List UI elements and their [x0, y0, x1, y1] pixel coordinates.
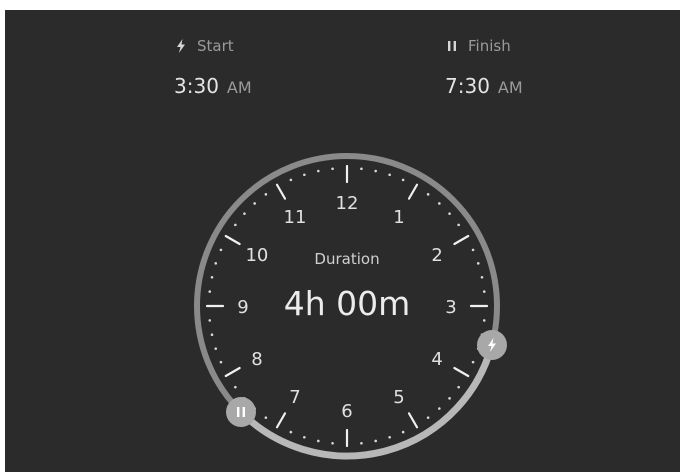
hour-label: 5 [393, 387, 404, 408]
minute-tick [208, 319, 212, 322]
hour-label: 2 [431, 245, 442, 266]
hour-label: 9 [237, 297, 248, 318]
hour-tick [407, 183, 419, 200]
hour-tick [407, 412, 419, 429]
hour-tick [453, 366, 470, 378]
minute-tick [289, 430, 293, 434]
minute-tick [448, 212, 451, 215]
hour-label: 6 [341, 401, 352, 422]
minute-tick [471, 360, 475, 364]
minute-tick [264, 193, 268, 196]
minute-tick [253, 202, 256, 205]
minute-tick [289, 178, 293, 182]
minute-tick [476, 262, 480, 265]
minute-tick [264, 416, 268, 419]
hour-tick [224, 234, 241, 246]
minute-tick [401, 178, 405, 182]
minute-tick [457, 223, 460, 227]
minute-tick [208, 290, 212, 293]
minute-tick [471, 248, 475, 252]
minute-tick [210, 333, 214, 336]
schedule-dial[interactable]: 121234567891011 Duration 4h 00m [5, 10, 680, 472]
minute-tick [438, 202, 441, 205]
minute-tick [480, 276, 484, 279]
duration-value: 4h 00m [284, 284, 411, 323]
start-handle[interactable] [476, 329, 507, 360]
hour-tick [224, 366, 241, 378]
hour-label: 10 [245, 245, 268, 266]
duration-arc [238, 343, 496, 460]
minute-tick [401, 430, 405, 434]
minute-tick [426, 416, 430, 419]
hour-tick [275, 183, 287, 200]
minute-tick [388, 173, 391, 177]
minute-tick [331, 167, 334, 171]
minute-tick [234, 385, 237, 389]
minute-tick [317, 169, 320, 173]
minute-tick [360, 441, 363, 445]
minute-tick [482, 290, 486, 293]
hour-label: 11 [284, 207, 307, 228]
minute-tick [482, 319, 486, 322]
hour-label: 3 [445, 297, 456, 318]
minute-tick [360, 167, 363, 171]
minute-tick [210, 276, 214, 279]
minute-tick [219, 248, 223, 252]
duration-label: Duration [314, 250, 379, 268]
minute-tick [214, 347, 218, 350]
hour-label: 1 [393, 207, 404, 228]
minute-tick [374, 439, 377, 443]
hour-label: 7 [289, 387, 300, 408]
minute-tick [214, 262, 218, 265]
minute-tick [448, 397, 451, 400]
minute-tick [426, 193, 430, 196]
charging-schedule-screen: Start 3:30 AM Finish 7:30 AM 12 1 2 3 4 5 6 7 8 9… [5, 10, 680, 472]
pause-icon [236, 407, 245, 418]
minute-tick [438, 407, 441, 410]
finish-handle[interactable] [225, 397, 256, 428]
minute-tick [243, 212, 246, 215]
minute-tick [388, 435, 391, 439]
hour-label: 8 [251, 349, 262, 370]
minute-tick [219, 360, 223, 364]
hour-label: 12 [336, 193, 359, 214]
lightning-icon [487, 337, 496, 352]
minute-tick [303, 435, 306, 439]
hour-tick [453, 234, 470, 246]
minute-tick [457, 385, 460, 389]
minute-tick [234, 223, 237, 227]
minute-tick [303, 173, 306, 177]
minute-tick [374, 169, 377, 173]
hour-tick [275, 412, 287, 429]
minute-tick [331, 441, 334, 445]
minute-tick [317, 439, 320, 443]
hour-label: 4 [431, 349, 442, 370]
